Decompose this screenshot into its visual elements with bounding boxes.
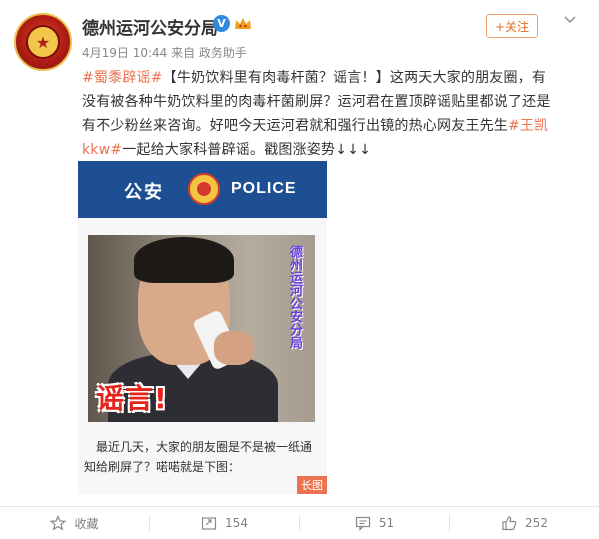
banner-en-text: POLICE [231, 180, 297, 197]
like-button[interactable]: 252 [450, 507, 599, 539]
comment-count: 51 [378, 516, 395, 530]
police-banner: 公安 POLICE [78, 161, 327, 218]
post-body: #蜀黍辟谣#【牛奶饮料里有肉毒杆菌？谣言！】这两天大家的朋友圈，有没有被各种牛奶… [82, 66, 552, 162]
thumbs-up-icon [502, 516, 517, 531]
long-image-tag: 长图 [297, 476, 327, 494]
card-body-text: 最近几天，大家的朋友圈是不是被一纸通知给刷屏了？喏喏就是下图： [84, 440, 313, 474]
favorite-label: 收藏 [74, 516, 99, 531]
follow-label: +关注 [494, 19, 530, 34]
member-crown-icon [235, 18, 251, 29]
comment-icon [355, 516, 370, 531]
repost-button[interactable]: 154 [150, 507, 299, 539]
rumor-label: 谣言! [96, 382, 168, 415]
vertical-caption: 德州运河公安分局 [287, 245, 302, 349]
avatar[interactable]: ★ [14, 13, 72, 71]
action-bar: 收藏 154 51 252 [0, 506, 599, 539]
banner-cn-text: 公安 [124, 182, 164, 203]
comment-button[interactable]: 51 [300, 507, 449, 539]
star-icon [50, 515, 67, 531]
repost-count: 154 [225, 516, 248, 530]
photo-man-drinking-milk: 谣言! 德州运河公安分局 [88, 235, 315, 422]
chevron-down-icon[interactable] [563, 13, 577, 27]
post-text-part: 一起给大家科普辟谣。戳图涨姿势↓↓↓ [122, 142, 371, 158]
verified-badge-icon: V [213, 15, 230, 32]
post-meta: 4月19日 10:44 来自 政务助手 [82, 46, 247, 60]
favorite-button[interactable]: 收藏 [0, 507, 149, 539]
police-emblem-icon: ★ [26, 25, 60, 59]
police-badge-icon [188, 173, 220, 205]
account-name[interactable]: 德州运河公安分局 [82, 14, 218, 39]
repost-icon [201, 517, 217, 530]
hashtag-link[interactable]: #蜀黍辟谣# [82, 70, 163, 86]
long-image-card[interactable]: 公安 POLICE 谣言! 德州运河公安分局 最近几天，大家的朋友圈是不是被一纸… [78, 161, 327, 494]
like-count: 252 [525, 516, 548, 530]
follow-button[interactable]: +关注 [486, 14, 538, 38]
